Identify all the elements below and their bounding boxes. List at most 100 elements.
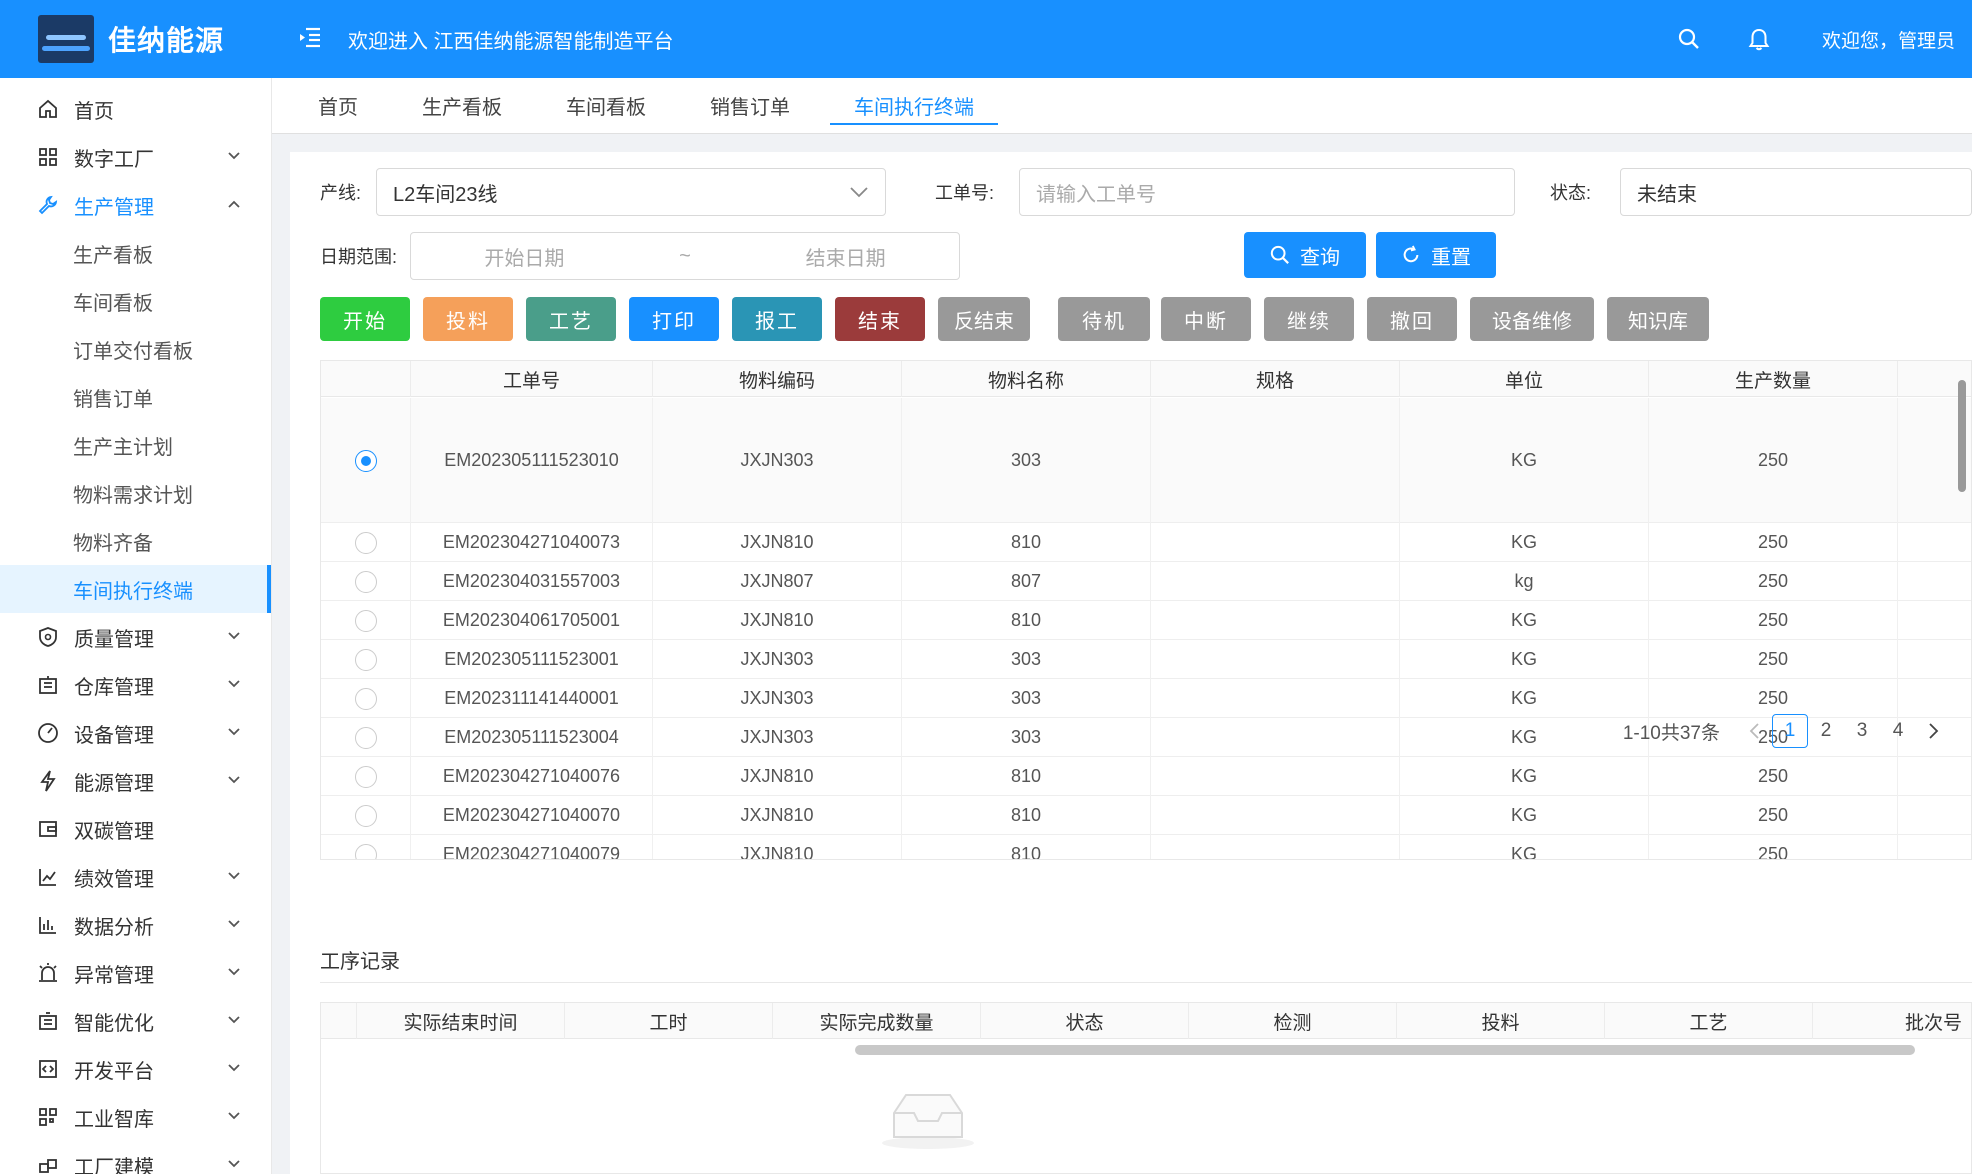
table-row[interactable]: EM202304271040073 JXJN810 810 KG 250 — [321, 523, 1971, 562]
row-radio[interactable] — [354, 609, 377, 632]
page-4[interactable]: 4 — [1880, 714, 1916, 748]
withdraw-button[interactable]: 撤回 — [1367, 297, 1457, 341]
order-placeholder: 请输入工单号 — [1036, 183, 1156, 206]
page-1[interactable]: 1 — [1772, 714, 1808, 748]
sidebar-item-quality[interactable]: 质量管理 — [0, 613, 271, 661]
sidebar-item-industrial-kb[interactable]: 工业智库 — [0, 1093, 271, 1141]
table-row[interactable]: EM202311141440001 JXJN303 303 KG 250 — [321, 679, 1971, 718]
line-select[interactable]: L2车间23线 — [376, 168, 886, 216]
brand-logo[interactable]: 佳纳能源 — [0, 0, 272, 78]
page-vertical-scrollbar[interactable] — [1958, 380, 1966, 492]
table-row[interactable]: EM202304061705001 JXJN810 810 KG 250 — [321, 601, 1971, 640]
process-column-header: 检测 — [1189, 1003, 1397, 1039]
process-button[interactable]: 工艺 — [526, 297, 616, 341]
equipment-repair-button[interactable]: 设备维修 — [1470, 297, 1594, 341]
sidebar-item-factory-modeling[interactable]: 工厂建模 — [0, 1141, 271, 1174]
order-input[interactable]: 请输入工单号 — [1019, 168, 1515, 216]
reset-button[interactable]: 重置 — [1376, 232, 1496, 278]
table-row[interactable]: EM202304271040076 JXJN810 810 KG 250 — [321, 757, 1971, 796]
tab-production-board[interactable]: 生产看板 — [398, 77, 526, 133]
sidebar-item-exception[interactable]: 异常管理 — [0, 949, 271, 997]
sidebar-subitem-material-ready[interactable]: 物料齐备 — [0, 517, 271, 565]
row-radio[interactable] — [354, 765, 377, 788]
table-row[interactable]: EM202304031557003 JXJN807 807 kg 250 — [321, 562, 1971, 601]
resume-button[interactable]: 继续 — [1264, 297, 1354, 341]
prev-page-icon[interactable] — [1736, 714, 1772, 748]
sidebar-item-label: 绩效管理 — [74, 868, 154, 891]
sidebar-subitem-material-plan[interactable]: 物料需求计划 — [0, 469, 271, 517]
sidebar-subitem-master-plan[interactable]: 生产主计划 — [0, 421, 271, 469]
sidebar-item-warehouse[interactable]: 仓库管理 — [0, 661, 271, 709]
sidebar-item-analytics[interactable]: 数据分析 — [0, 901, 271, 949]
standby-button[interactable]: 待机 — [1058, 297, 1150, 341]
process-column-header: 实际完成数量 — [773, 1003, 981, 1039]
sidebar-subitem-production-board[interactable]: 生产看板 — [0, 229, 271, 277]
table-row[interactable]: EM202304271040079 JXJN810 810 KG 250 — [321, 835, 1971, 859]
next-page-icon[interactable] — [1916, 714, 1952, 748]
sidebar-subitem-delivery-board[interactable]: 订单交付看板 — [0, 325, 271, 373]
table-row[interactable]: EM202304271040070 JXJN810 810 KG 250 — [321, 796, 1971, 835]
bell-icon[interactable] — [1724, 27, 1794, 51]
tab-workshop-board[interactable]: 车间看板 — [542, 77, 670, 133]
table-cell: JXJN810 — [653, 601, 902, 640]
knowledge-base-button[interactable]: 知识库 — [1607, 297, 1709, 341]
sidebar-item-digital-factory[interactable]: 数字工厂 — [0, 133, 271, 181]
row-radio[interactable] — [354, 570, 377, 593]
table-cell: JXJN303 — [653, 679, 902, 718]
row-radio[interactable] — [354, 726, 377, 749]
tab-sales-order[interactable]: 销售订单 — [686, 77, 814, 133]
sidebar-item-label: 数据分析 — [74, 916, 154, 939]
table-row[interactable]: EM202305111523010 JXJN303 303 KG 250 — [321, 398, 1971, 523]
interrupt-button[interactable]: 中断 — [1161, 297, 1251, 341]
search-icon[interactable] — [1654, 28, 1724, 50]
sidebar-subitem-workshop-terminal[interactable]: 车间执行终端 — [0, 565, 271, 613]
start-button[interactable]: 开始 — [320, 297, 410, 341]
status-select[interactable]: 未结束 — [1620, 168, 1972, 216]
tab-workshop-terminal[interactable]: 车间执行终端 — [830, 77, 998, 133]
sidebar-subitem-sales-order[interactable]: 销售订单 — [0, 373, 271, 421]
search-icon — [1270, 245, 1289, 264]
empty-data-icon — [880, 1085, 976, 1156]
date-filter: 日期范围: 开始日期 ~ 结束日期 — [320, 232, 960, 280]
row-radio[interactable] — [354, 843, 377, 859]
row-radio[interactable] — [354, 648, 377, 671]
row-radio[interactable] — [354, 449, 377, 472]
sidebar-item-production[interactable]: 生产管理 — [0, 181, 271, 229]
user-greeting[interactable]: 欢迎您，管理员 — [1822, 26, 1972, 53]
table-row[interactable]: EM202305111523001 JXJN303 303 KG 250 — [321, 640, 1971, 679]
sidebar-item-home[interactable]: 首页 — [0, 85, 271, 133]
print-button[interactable]: 打印 — [629, 297, 719, 341]
row-radio[interactable] — [354, 804, 377, 827]
unfinish-button[interactable]: 反结束 — [938, 297, 1030, 341]
sidebar-item-equipment[interactable]: 设备管理 — [0, 709, 271, 757]
sidebar-item-dev-platform[interactable]: 开发平台 — [0, 1045, 271, 1093]
feed-button[interactable]: 投料 — [423, 297, 513, 341]
sidebar-item-optimization[interactable]: 智能优化 — [0, 997, 271, 1045]
sidebar-item-label: 生产管理 — [74, 196, 154, 219]
row-select-cell — [321, 601, 411, 640]
row-radio[interactable] — [354, 531, 377, 554]
sidebar-item-performance[interactable]: 绩效管理 — [0, 853, 271, 901]
chevron-down-icon — [228, 1112, 240, 1120]
page-2[interactable]: 2 — [1808, 714, 1844, 748]
table-cell: JXJN810 — [653, 523, 902, 562]
row-select-cell — [321, 523, 411, 562]
report-work-button[interactable]: 报工 — [732, 297, 822, 341]
chevron-down-icon — [228, 968, 240, 976]
finish-button[interactable]: 结束 — [835, 297, 925, 341]
sidebar-subitem-workshop-board[interactable]: 车间看板 — [0, 277, 271, 325]
process-table-horizontal-scrollbar[interactable] — [855, 1045, 1915, 1055]
sidebar-item-carbon[interactable]: 双碳管理 — [0, 805, 271, 853]
row-radio[interactable] — [354, 687, 377, 710]
order-label: 工单号: — [935, 183, 995, 203]
table-cell: 250 — [1649, 796, 1898, 835]
page-3[interactable]: 3 — [1844, 714, 1880, 748]
table-cell — [1151, 718, 1400, 757]
sidebar-item-energy[interactable]: 能源管理 — [0, 757, 271, 805]
query-button[interactable]: 查询 — [1244, 232, 1366, 278]
table-cell: 250 — [1649, 640, 1898, 679]
date-range-picker[interactable]: 开始日期 ~ 结束日期 — [410, 232, 960, 280]
sidebar-item-label: 智能优化 — [74, 1012, 154, 1035]
menu-fold-icon[interactable] — [298, 24, 322, 55]
tab-home[interactable]: 首页 — [294, 77, 382, 133]
